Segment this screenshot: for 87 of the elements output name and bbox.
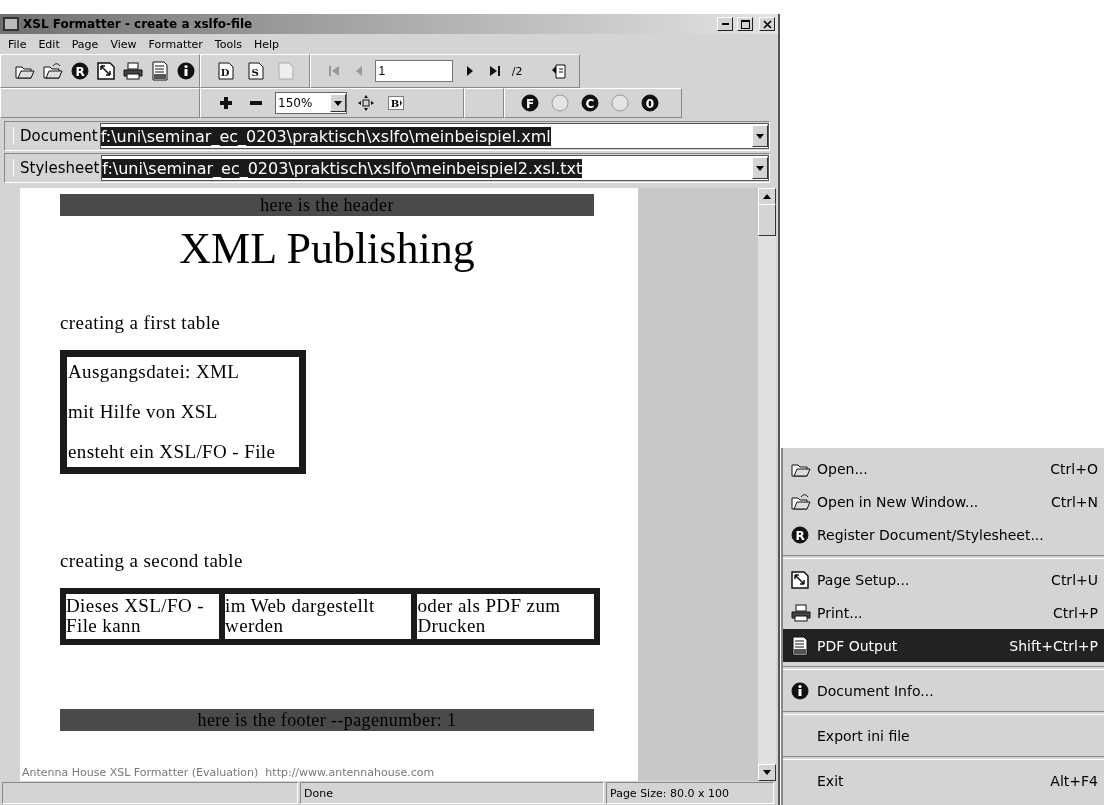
table-cell-text: mit Hilfe von XSL <box>68 401 219 423</box>
document-title: XML Publishing <box>178 224 476 274</box>
zoom-select[interactable]: 150% <box>275 92 347 114</box>
menu-item[interactable]: Formatter <box>142 37 209 51</box>
paragraph: creating a first table <box>60 312 222 334</box>
dropdown-arrow-icon <box>756 133 764 139</box>
circle-icon <box>611 94 629 112</box>
page-size: Page Size: 80.0 x 100 <box>606 782 774 804</box>
path-combo-box[interactable]: f:\uni\seminar_ec_0203\praktisch\xslfo\meinbeispiel2.xsl.txt <box>101 155 769 181</box>
page-setup-icon <box>791 570 809 589</box>
page-number-field[interactable]: 1 <box>375 60 454 82</box>
dropdown-arrow-icon <box>756 165 764 171</box>
menu-item[interactable]: Edit <box>32 37 66 51</box>
letter-circle-icon: R <box>791 525 809 544</box>
menu-item[interactable]: Print... Ctrl+P <box>783 596 1104 629</box>
close-button[interactable] <box>759 17 775 31</box>
mode-button[interactable]: F <box>519 92 541 114</box>
document-arrow-icon <box>551 62 569 80</box>
info-icon <box>177 62 195 80</box>
menu-item[interactable]: Page Setup... Ctrl+U <box>783 563 1104 596</box>
dropdown-button[interactable] <box>752 157 768 179</box>
toolbar-button[interactable] <box>43 60 63 82</box>
mode-button[interactable]: C <box>579 92 601 114</box>
toolbar-button[interactable] <box>97 60 115 82</box>
maximize-icon <box>740 19 750 29</box>
printer-icon <box>123 62 143 80</box>
minimize-button[interactable] <box>717 17 733 31</box>
app-icon <box>3 17 19 31</box>
menu-item[interactable]: Export ini file <box>783 719 1104 752</box>
dropdown-button[interactable] <box>330 94 346 112</box>
menu-item[interactable]: Document Info... <box>783 674 1104 707</box>
folder-icon <box>43 63 63 79</box>
page-footer: here is the footer --pagenumber: 1 <box>60 709 594 731</box>
menu-item[interactable]: Tools <box>208 37 248 51</box>
toolbar-button[interactable] <box>151 60 169 82</box>
toolbar-button[interactable]: D <box>215 60 237 82</box>
menu-item[interactable]: View <box>104 37 143 51</box>
minimize-icon <box>721 23 729 25</box>
window-title: XSL Formatter - create a xslfo-file <box>23 17 254 31</box>
table-cell-text: ensteht ein XSL/FO - File <box>68 441 277 463</box>
close-icon <box>762 19 772 29</box>
table-cell-text: oder als PDF zum Drucken <box>417 594 562 638</box>
menu-item[interactable]: Exit Alt+F4 <box>783 764 1104 797</box>
circle-icon <box>551 94 569 112</box>
dropdown-button[interactable] <box>752 125 768 147</box>
menu-item[interactable]: Open... Ctrl+O <box>783 452 1104 485</box>
first-page-icon <box>327 65 340 77</box>
menu-item[interactable]: R Register Document/Stylesheet... <box>783 518 1104 551</box>
minus-icon <box>250 101 262 105</box>
menu-item[interactable]: Page <box>65 37 105 51</box>
document-icon <box>791 635 809 656</box>
four-arrows-icon <box>358 95 374 111</box>
folder-icon <box>791 493 811 510</box>
paragraph: creating a second table <box>60 550 244 572</box>
folder-icon <box>15 63 35 79</box>
path-combo-box[interactable]: f:\uni\seminar_ec_0203\praktisch\xslfo\meinbeispiel.xml <box>99 123 769 149</box>
dropdown-arrow-icon <box>334 100 342 106</box>
plus-icon <box>220 97 232 109</box>
dropdown-arrow-icon <box>763 770 771 775</box>
scroll-thumb[interactable] <box>758 204 776 236</box>
document-icon <box>277 62 295 80</box>
up-arrow-icon <box>763 194 771 199</box>
info-icon <box>791 681 809 700</box>
field-label: Document <box>13 127 100 145</box>
printer-icon <box>791 603 811 622</box>
page-count: /2 <box>511 64 524 78</box>
table-cell-text: Ausgangsdatei: XML <box>68 361 241 383</box>
last-page-icon <box>489 65 502 77</box>
toolbar-button[interactable]: R <box>71 60 89 82</box>
scroll-down-button[interactable] <box>758 764 776 781</box>
table-cell: im Web dargestellt werden <box>225 594 418 639</box>
table-cell: Dieses XSL/FO - File kann <box>66 594 226 639</box>
toolbar-button[interactable]: S <box>245 60 267 82</box>
evaluation-note: Antenna House XSL Formatter (Evaluation) http://www.antennahouse.com <box>22 766 436 779</box>
menu-item[interactable]: Open in New Window... Ctrl+N <box>783 485 1104 518</box>
status-text: Done <box>300 782 604 804</box>
page-setup-icon <box>97 62 115 80</box>
menu-item[interactable]: File <box>2 37 33 51</box>
mode-button[interactable]: 0 <box>639 92 661 114</box>
menu-item[interactable]: Help <box>247 37 286 51</box>
document-icon <box>151 61 169 81</box>
scrollbar[interactable] <box>758 188 776 781</box>
maximize-button[interactable] <box>737 17 753 31</box>
toolbar-button[interactable] <box>177 60 195 82</box>
menu-item[interactable]: PDF Output Shift+Ctrl+P <box>783 629 1104 662</box>
page-header: here is the header <box>60 194 594 216</box>
toolbar-button[interactable] <box>123 60 143 82</box>
